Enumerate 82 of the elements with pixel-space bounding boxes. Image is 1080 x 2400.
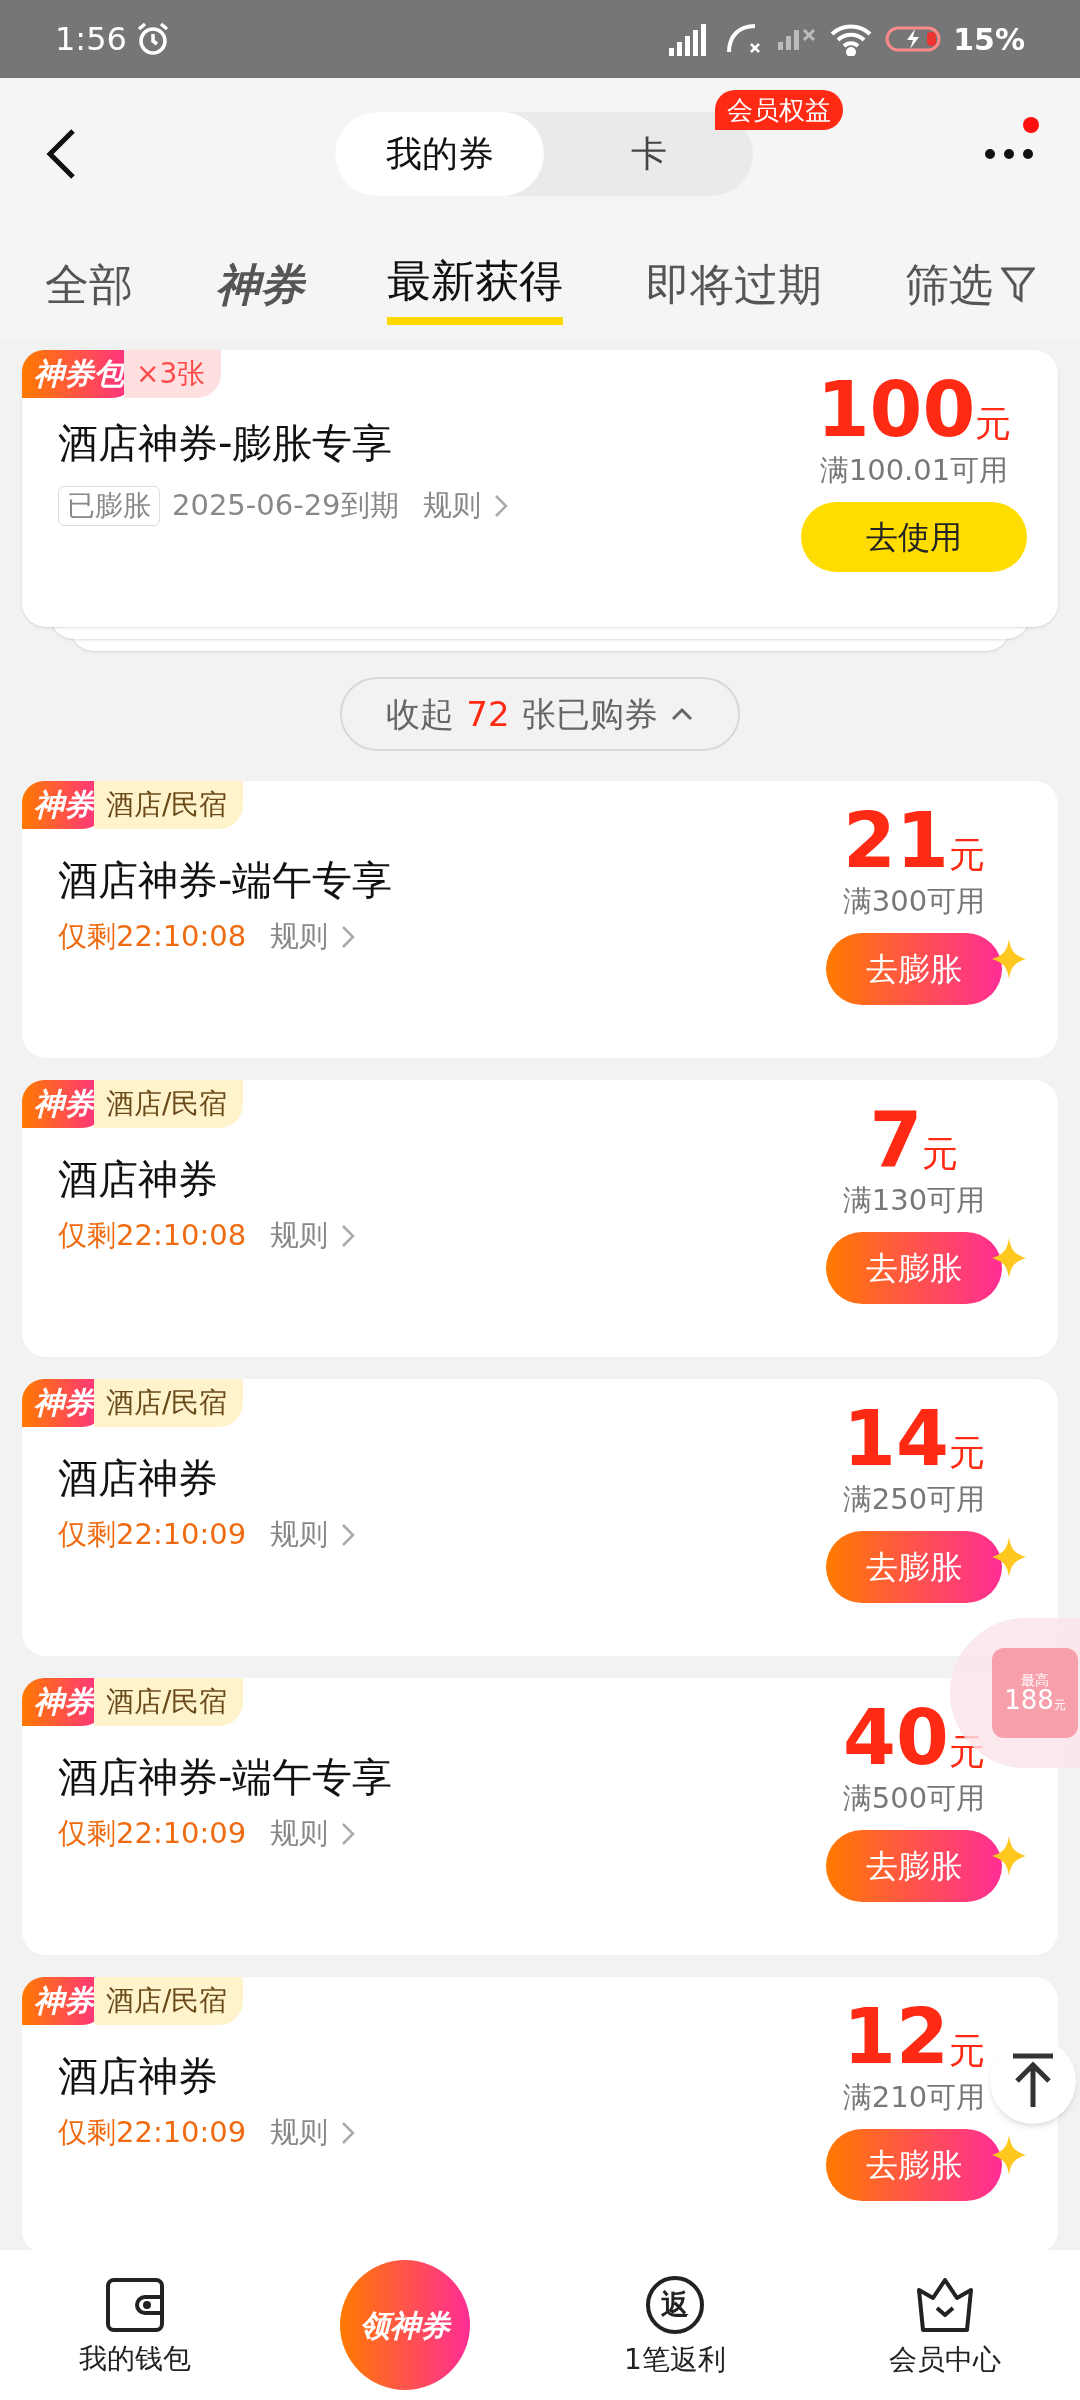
coupon-amount: 21 [843,801,949,881]
promo-amount: 188 [1004,1687,1054,1713]
rules-link[interactable]: 规则 [422,484,481,528]
coupon-title: 酒店神券 [58,1155,219,1204]
more-icon[interactable] [983,147,1035,161]
chevron-right-icon [340,1820,357,1847]
chevron-right-icon [492,492,509,519]
category-tag: 酒店/民宿 [94,781,244,829]
rules-link[interactable]: 规则 [270,2111,329,2155]
coupon-title: 酒店神券-端午专享 [58,1753,394,1802]
battery-level: 15% [953,20,1025,59]
filter-tab[interactable]: 即将过期 [646,245,822,325]
coupon-amount: 12 [843,1997,949,2077]
chevron-right-icon [340,923,357,950]
wifi-icon [829,22,874,56]
nav-label[interactable]: 1笔返利 [624,2346,726,2374]
expanded-badge: 已膨胀 [58,485,160,526]
expiry-date: 2025-06-29到期 [172,487,399,524]
pack-count: ×3张 [124,350,222,398]
status-time: 1:56 [55,19,127,60]
countdown: 仅剩22:10:09 [58,1815,247,1852]
coupon-card[interactable]: 神券 酒店/民宿 酒店神券 仅剩22:10:09 规则 12 元 满210可用 去膨胀 [22,1977,1058,2250]
arrow-up-icon [1011,2053,1055,2109]
coupon-title: 酒店神券-端午专享 [58,856,394,905]
signal-off-icon [777,28,818,50]
currency-unit: 元 [948,1435,985,1471]
usage-condition: 满500可用 [842,1780,986,1817]
category-tag: 酒店/民宿 [94,1080,244,1128]
rules-link[interactable]: 规则 [270,1513,329,1557]
sparkle-icon [992,939,1026,979]
back-icon[interactable] [45,128,77,180]
coupon-card[interactable]: 神券 酒店/民宿 酒店神券 仅剩22:10:08 规则 7元 满130可用 去膨胀 [22,1080,1058,1357]
nav-label[interactable]: 我的钱包 [79,2345,191,2373]
member-benefits-badge: 会员权益 [715,90,843,130]
coupon-pack-card[interactable]: 神券包 ×3张 酒店神券-膨胀专享 已膨胀 2025-06-29到期 规则 100元 满100.01可用 去使用 [22,350,1058,627]
coupon-amount: 100 [816,370,976,450]
filter-tab[interactable]: 最新获得 [387,245,563,325]
rules-link[interactable]: 规则 [270,915,329,959]
rules-link[interactable]: 规则 [270,1214,329,1258]
chevron-up-icon [669,706,694,722]
coupon-amount: 14 [843,1399,949,1479]
countdown: 仅剩22:10:08 [58,1217,247,1254]
filter-icon[interactable] [1001,266,1035,304]
category-tag: 酒店/民宿 [94,1678,244,1726]
usage-condition: 满100.01可用 [819,452,1009,489]
sparkle-icon [992,1238,1026,1278]
coupon-title: 酒店神券 [58,1454,219,1503]
currency-unit: 元 [948,1734,985,1770]
category-tag: 酒店/民宿 [94,1379,244,1427]
sparkle-icon [992,1836,1026,1876]
currency-unit: 元 [922,1136,959,1172]
rules-link[interactable]: 规则 [270,1812,329,1856]
usage-condition: 满250可用 [842,1481,986,1518]
coupon-title: 酒店神券-膨胀专享 [58,419,394,468]
usage-condition: 满300可用 [842,883,986,920]
coupon-amount: 7 [869,1100,923,1180]
wallet-icon [105,2277,165,2333]
countdown: 仅剩22:10:08 [58,918,247,955]
chevron-right-icon [340,1521,357,1548]
countdown: 仅剩22:10:09 [58,1516,247,1553]
usage-condition: 满130可用 [842,1182,986,1219]
coupon-title: 酒店神券 [58,2052,219,2101]
chevron-right-icon [340,2119,357,2146]
countdown: 仅剩22:10:09 [58,2114,247,2151]
category-tag: 酒店/民宿 [94,1977,244,2025]
chevron-right-icon [340,1222,357,1249]
currency-unit: 元 [975,406,1012,442]
currency-unit: 元 [948,837,985,873]
coupon-card[interactable]: 神券 酒店/民宿 酒店神券-端午专享 仅剩22:10:08 规则 21元 满300可用 去膨胀 [22,781,1058,1058]
segment-tab[interactable]: 我的券 [335,112,544,196]
nav-label[interactable]: 会员中心 [889,2346,1001,2374]
use-button[interactable]: 去使用 [801,502,1027,572]
currency-unit: 元 [948,2033,985,2069]
usage-condition: 满210可用 [842,2079,986,2116]
collapse-button[interactable]: 收起 72 张已购券 [340,677,740,751]
sparkle-icon [992,2135,1026,2175]
coupon-amount: 40 [843,1698,949,1778]
filter-tab[interactable]: 全部 [45,245,133,325]
filter-label[interactable]: 筛选 [905,252,993,318]
sparkle-icon [992,1537,1026,1577]
rebate-icon: 返 [646,2276,704,2334]
coupon-card[interactable]: 神券 酒店/民宿 酒店神券 仅剩22:10:09 规则 14元 满250可用 去膨胀 [22,1379,1058,1656]
